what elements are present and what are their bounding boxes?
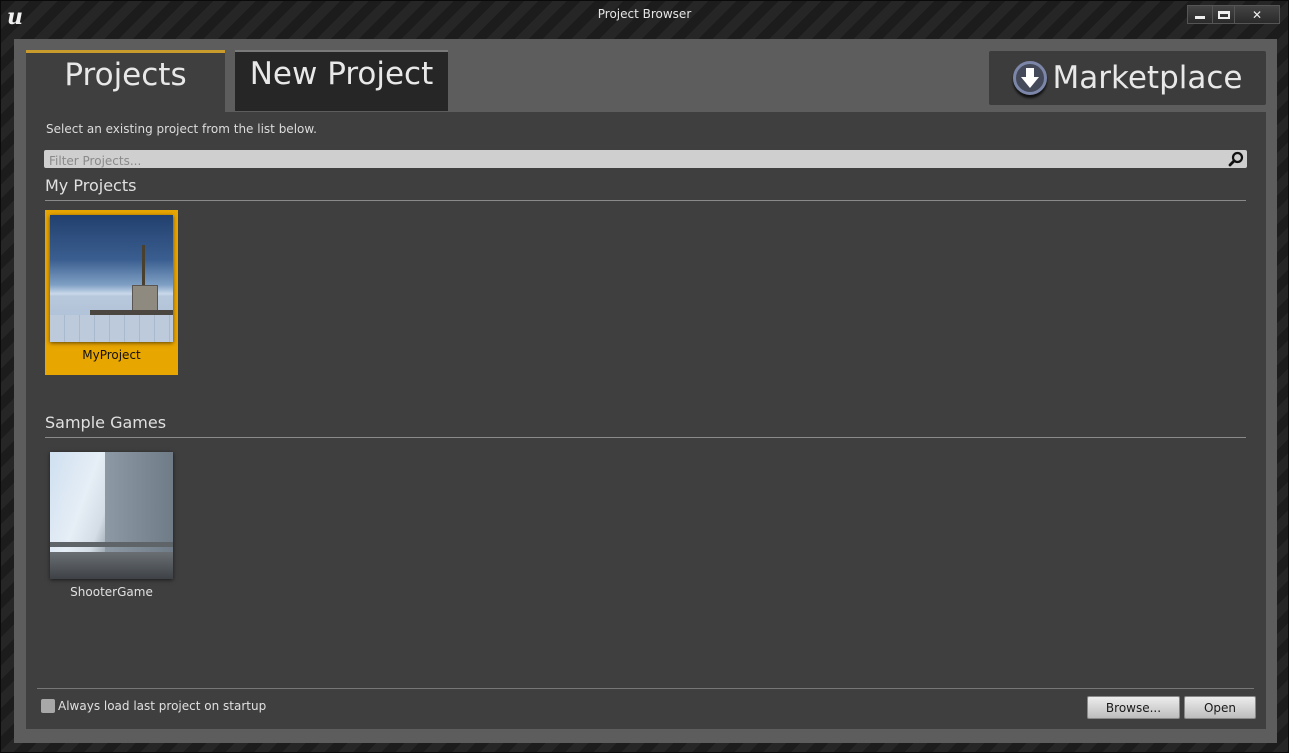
- thumbnail-detail: [50, 552, 173, 579]
- thumbnail-detail: [50, 542, 173, 547]
- section-divider: [45, 200, 1246, 201]
- always-load-checkbox[interactable]: [41, 699, 55, 713]
- filter-projects-field[interactable]: [44, 150, 1247, 170]
- thumbnail-detail: [142, 245, 145, 287]
- always-load-last-project-option[interactable]: Always load last project on startup: [41, 699, 266, 713]
- tab-new-project-label: New Project: [249, 56, 434, 92]
- search-icon[interactable]: [1228, 151, 1244, 167]
- section-divider: [45, 437, 1246, 438]
- close-button[interactable]: ✕: [1235, 6, 1279, 23]
- browser-panel: Projects New Project Marketplace Select …: [14, 39, 1277, 743]
- project-thumbnail: [50, 215, 173, 342]
- filter-projects-input[interactable]: [44, 152, 1247, 170]
- marketplace-button[interactable]: Marketplace: [989, 51, 1266, 105]
- instruction-text: Select an existing project from the list…: [46, 122, 317, 136]
- maximize-icon: [1217, 10, 1230, 19]
- projects-content: Select an existing project from the list…: [26, 112, 1266, 729]
- project-name: MyProject: [82, 348, 141, 362]
- project-tile-myproject[interactable]: MyProject: [45, 210, 178, 375]
- project-browser-window: u Project Browser ✕ Projects New Project…: [0, 0, 1289, 753]
- always-load-label: Always load last project on startup: [58, 699, 267, 713]
- tab-projects[interactable]: Projects: [26, 50, 225, 112]
- tab-projects-label: Projects: [64, 57, 187, 93]
- title-bar[interactable]: u Project Browser ✕: [1, 1, 1288, 31]
- minimize-button[interactable]: [1188, 6, 1213, 23]
- window-controls: ✕: [1187, 5, 1280, 24]
- footer-divider: [37, 688, 1254, 689]
- minimize-icon: [1195, 15, 1205, 19]
- maximize-button[interactable]: [1213, 6, 1235, 23]
- project-name: ShooterGame: [70, 585, 153, 599]
- window-title: Project Browser: [597, 7, 692, 21]
- tab-new-project[interactable]: New Project: [235, 50, 448, 111]
- browse-button[interactable]: Browse...: [1087, 696, 1180, 719]
- open-button[interactable]: Open: [1184, 696, 1256, 719]
- close-icon: ✕: [1251, 7, 1263, 22]
- section-title-my-projects: My Projects: [45, 176, 137, 195]
- project-tile-shootergame[interactable]: ShooterGame: [45, 447, 178, 612]
- project-thumbnail: [50, 452, 173, 579]
- download-arrow-icon: [1012, 61, 1047, 95]
- section-title-sample-games: Sample Games: [45, 413, 167, 432]
- thumbnail-detail: [50, 315, 173, 342]
- marketplace-label: Marketplace: [1052, 60, 1243, 96]
